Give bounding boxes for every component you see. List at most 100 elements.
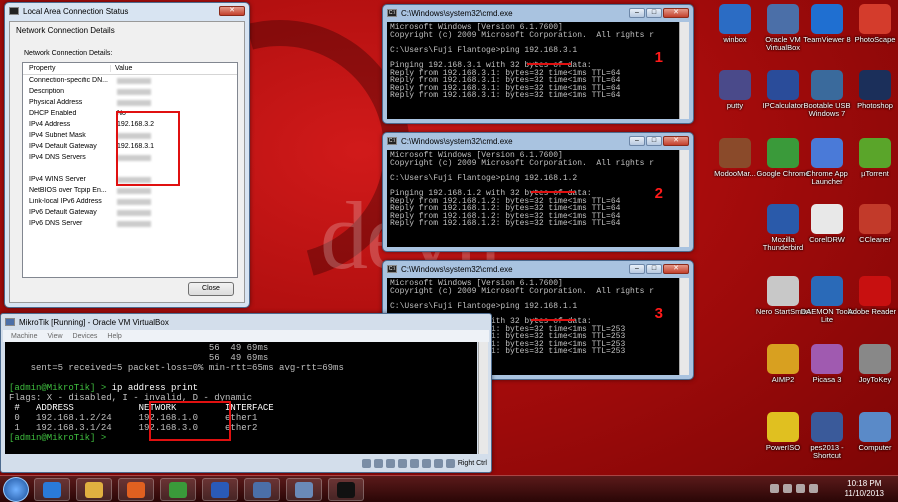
app-icon — [767, 276, 799, 306]
term-prompt: [admin@MikroTik] > — [9, 383, 112, 393]
maximize-icon[interactable]: □ — [646, 264, 662, 274]
desktop-icon-label: Adobe Reader 9 — [847, 307, 898, 316]
term-table-header: # ADDRESS NETWORK INTERFACE — [9, 403, 274, 413]
desktop-icon-computer[interactable]: Computer — [846, 412, 898, 452]
volume-icon[interactable] — [809, 484, 818, 493]
highlight-box — [149, 401, 231, 441]
vbox-statusbar: Right Ctrl — [5, 456, 487, 470]
cmd-titlebar[interactable]: C:\ C:\Windows\system32\cmd.exe – □ ✕ — [383, 133, 693, 149]
hdd-icon — [361, 458, 371, 468]
app-icon — [767, 412, 799, 442]
app-icon — [719, 138, 751, 168]
taskbar-ie-button[interactable] — [34, 478, 70, 501]
taskbar-cmd-button[interactable] — [328, 478, 364, 501]
scrollbar[interactable] — [679, 278, 689, 375]
ie-icon — [43, 482, 61, 498]
cmd-line: Reply from 192.168.3.1: bytes=32 time<1m… — [390, 91, 621, 101]
close-button[interactable]: Close — [188, 282, 234, 296]
menu-item-devices[interactable]: Devices — [73, 333, 98, 340]
cmd-line: Copyright (c) 2009 Microsoft Corporation… — [390, 286, 655, 296]
close-icon[interactable]: ✕ — [663, 136, 689, 146]
property-name: Physical Address — [29, 99, 83, 106]
app-icon — [811, 70, 843, 100]
desktop-icon-label: CCleaner — [859, 235, 891, 244]
desktop-icon-photoshop[interactable]: Photoshop — [846, 70, 898, 110]
cmd-window-2[interactable]: C:\ C:\Windows\system32\cmd.exe – □ ✕ Micro… — [382, 132, 694, 252]
virtualbox-icon — [253, 482, 271, 498]
property-row[interactable]: Link-local IPv6 Address — [23, 196, 237, 207]
minimize-icon[interactable]: – — [629, 136, 645, 146]
mouse-icon — [445, 458, 455, 468]
cmd-titlebar[interactable]: C:\ C:\Windows\system32\cmd.exe – □ ✕ — [383, 261, 693, 277]
desktop-icon-adobe-reader-9[interactable]: Adobe Reader 9 — [846, 276, 898, 316]
scrollbar[interactable] — [478, 342, 488, 454]
column-property[interactable]: Property — [23, 65, 111, 72]
network-tray-icon[interactable] — [796, 484, 805, 493]
taskbar-media-player-button[interactable] — [118, 478, 154, 501]
taskbar-explorer-button[interactable] — [76, 478, 112, 501]
group-label: Network Connection Details: — [24, 50, 113, 57]
property-row[interactable]: IPv6 Default Gateway — [23, 207, 237, 218]
virtualbox-titlebar[interactable]: MikroTik [Running] - Oracle VM VirtualBo… — [1, 314, 491, 330]
cd-icon — [373, 458, 383, 468]
taskbar-network-button[interactable] — [286, 478, 322, 501]
property-row[interactable]: IPv6 DNS Server — [23, 218, 237, 229]
virtualbox-window[interactable]: MikroTik [Running] - Oracle VM VirtualBo… — [0, 313, 492, 473]
desktop-icon-label: Photoshop — [857, 101, 893, 110]
app-icon — [767, 4, 799, 34]
network-details-window[interactable]: Local Area Connection Status ✕ Network C… — [4, 2, 250, 308]
clock[interactable]: 10:18 PM 11/10/2013 — [845, 479, 884, 499]
cmd-line: Copyright (c) 2009 Microsoft Corporation… — [390, 158, 655, 168]
cmd-icon — [337, 482, 355, 498]
tray-icon[interactable] — [770, 484, 779, 493]
property-row[interactable]: Description — [23, 86, 237, 97]
property-row[interactable]: Physical Address — [23, 97, 237, 108]
app-icon — [811, 344, 843, 374]
start-button[interactable] — [3, 477, 29, 502]
close-icon[interactable]: ✕ — [219, 6, 245, 16]
cmd-title: C:\Windows\system32\cmd.exe — [401, 8, 513, 18]
highlight-box — [116, 111, 180, 186]
desktop-icon-photoscape[interactable]: PhotoScape — [846, 4, 898, 44]
property-row[interactable]: NetBIOS over Tcpip En... — [23, 185, 237, 196]
menu-item-machine[interactable]: Machine — [11, 333, 37, 340]
term-line: 56 49 69ms — [9, 343, 269, 353]
annotation-number: 3 — [654, 305, 663, 322]
cmd-line: C:\Users\Fuji Flantoge>ping 192.168.1.1 — [390, 301, 578, 311]
property-row[interactable]: Connection-specific DN... — [23, 75, 237, 86]
minimize-icon[interactable]: – — [629, 264, 645, 274]
menu-item-view[interactable]: View — [47, 333, 62, 340]
taskbar-chrome-button[interactable] — [160, 478, 196, 501]
host-key-label: Right Ctrl — [457, 459, 487, 467]
network-details-titlebar[interactable]: Local Area Connection Status ✕ — [5, 3, 249, 19]
cmd-title: C:\Windows\system32\cmd.exe — [401, 264, 513, 274]
close-icon[interactable]: ✕ — [663, 264, 689, 274]
app-icon — [811, 4, 843, 34]
desktop-icon--torrent[interactable]: µTorrent — [846, 138, 898, 178]
cmd-titlebar[interactable]: C:\ C:\Windows\system32\cmd.exe – □ ✕ — [383, 5, 693, 21]
property-name: IPv4 DNS Servers — [29, 154, 86, 161]
minimize-icon[interactable]: – — [629, 8, 645, 18]
desktop-icon-ccleaner[interactable]: CCleaner — [846, 204, 898, 244]
property-name: Description — [29, 88, 65, 95]
desktop-icon-joytokey[interactable]: JoyToKey — [846, 344, 898, 384]
red-underline — [527, 63, 571, 65]
tray-icon[interactable] — [783, 484, 792, 493]
close-icon[interactable]: ✕ — [663, 8, 689, 18]
maximize-icon[interactable]: □ — [646, 136, 662, 146]
app-icon — [859, 4, 891, 34]
cmd-window-1[interactable]: C:\ C:\Windows\system32\cmd.exe – □ ✕ Micro… — [382, 4, 694, 124]
taskbar-word-button[interactable] — [202, 478, 238, 501]
red-underline — [531, 319, 575, 321]
app-icon — [767, 344, 799, 374]
list-header: Property Value — [23, 63, 237, 75]
column-value[interactable]: Value — [111, 65, 132, 72]
scrollbar[interactable] — [679, 22, 689, 119]
maximize-icon[interactable]: □ — [646, 8, 662, 18]
app-icon — [859, 412, 891, 442]
mikrotik-terminal[interactable]: 56 49 69ms 56 49 69ms sent=5 received=5 … — [5, 342, 477, 454]
menu-item-help[interactable]: Help — [107, 333, 121, 340]
scrollbar[interactable] — [679, 150, 689, 247]
taskbar-virtualbox-button[interactable] — [244, 478, 280, 501]
cmd-line: Copyright (c) 2009 Microsoft Corporation… — [390, 30, 655, 40]
